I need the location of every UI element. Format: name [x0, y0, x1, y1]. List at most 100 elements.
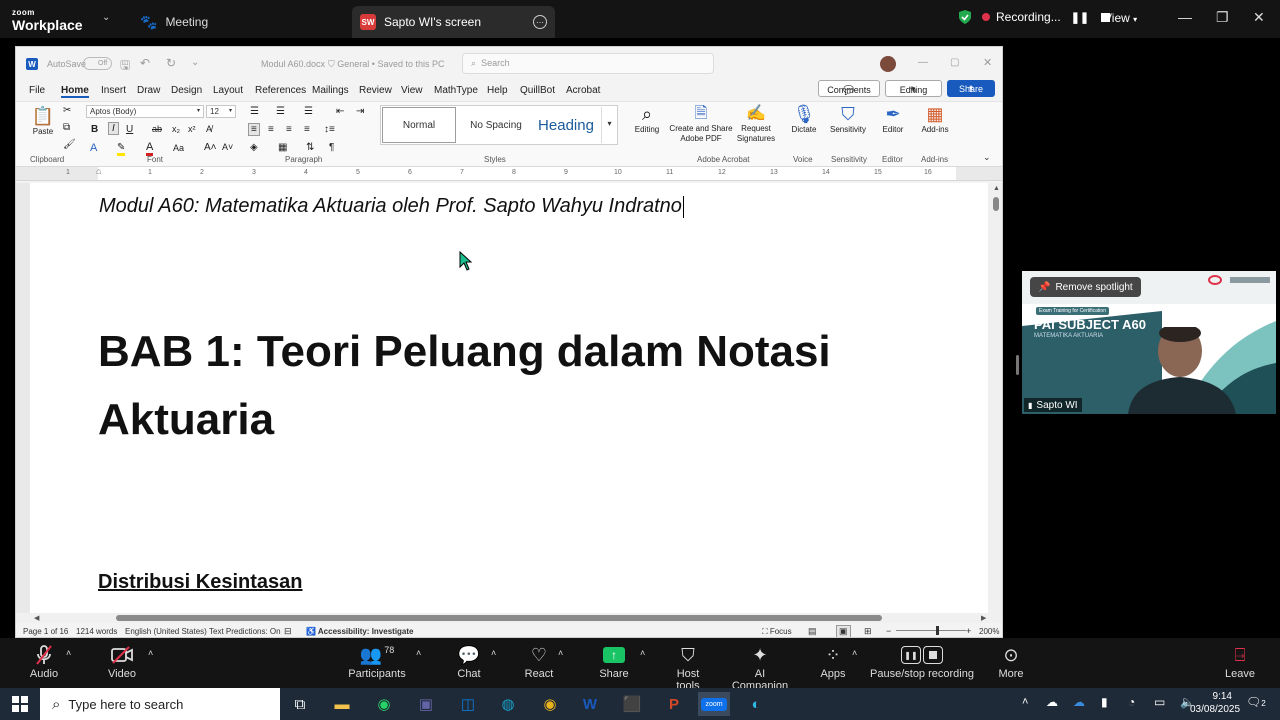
video-button[interactable]: Video [104, 642, 140, 680]
style-heading[interactable]: Heading [533, 107, 599, 143]
audio-button[interactable]: Audio [26, 642, 62, 680]
increase-indent-icon[interactable]: ⇥ [356, 106, 364, 117]
zoom-level[interactable]: 200% [979, 627, 999, 636]
tab-shared-screen[interactable]: SW Sapto WI's screen ··· [352, 6, 555, 38]
zoom-taskbar-icon[interactable]: zoom [698, 692, 730, 716]
shading-icon[interactable]: ◈ [250, 142, 258, 153]
tab-insert[interactable]: Insert [101, 85, 126, 96]
close-icon[interactable]: ✕ [1253, 9, 1265, 26]
strikethrough-button[interactable]: ab [152, 124, 162, 134]
create-share-pdf-button[interactable]: 🗎 Create and Share Adobe PDF [668, 104, 734, 144]
italic-button[interactable]: I [108, 122, 119, 135]
bullets-icon[interactable]: ☰ [250, 106, 259, 117]
outlook-icon[interactable]: ◫ [452, 692, 484, 716]
paste-button[interactable]: 📋 Paste [30, 106, 56, 136]
align-left-icon[interactable]: ≡ [248, 123, 260, 136]
tab-mathtype[interactable]: MathType [434, 85, 478, 96]
acrobat-icon[interactable]: ⬛ [616, 692, 648, 716]
show-formatting-icon[interactable]: ¶ [329, 142, 334, 153]
horizontal-scroll-thumb[interactable] [116, 615, 882, 621]
chat-chevron-icon[interactable]: ˄ [491, 648, 496, 658]
sort-icon[interactable]: ⇅ [306, 142, 314, 153]
align-center-icon[interactable]: ≡ [268, 124, 274, 135]
display-icon[interactable]: ▭ [1154, 695, 1165, 709]
read-mode-icon[interactable]: ▤ [808, 626, 817, 637]
sensitivity-button[interactable]: ⛉ Sensitivity [826, 104, 870, 134]
addins-button[interactable]: ▦ Add-ins [918, 104, 952, 134]
cut-icon[interactable]: ✂ [63, 105, 71, 116]
zoom-in-icon[interactable]: + [966, 626, 971, 636]
participants-chevron-icon[interactable]: ˄ [416, 648, 421, 658]
more-button[interactable]: ⊙ More [994, 642, 1028, 681]
share-button[interactable]: ⇪ Share ▾ [947, 80, 995, 97]
tab-file[interactable]: File [29, 85, 45, 96]
format-painter-icon[interactable]: 🖌 [63, 139, 76, 150]
teams-icon[interactable]: ▣ [410, 692, 442, 716]
text-effects-icon[interactable]: A [90, 142, 97, 154]
react-button[interactable]: ♡ React [522, 642, 556, 681]
editing-mode-button[interactable]: ✎ Editing ▾ [885, 80, 942, 97]
page-count[interactable]: Page 1 of 16 [23, 627, 68, 636]
tab-draw[interactable]: Draw [137, 85, 160, 96]
word-taskbar-icon[interactable]: W [574, 692, 606, 716]
react-chevron-icon[interactable]: ˄ [558, 648, 563, 658]
powerpoint-icon[interactable]: P [658, 692, 690, 716]
tab-help[interactable]: Help [487, 85, 508, 96]
video-options-chevron-icon[interactable]: ˄ [148, 648, 153, 658]
leave-button[interactable]: ⍈ Leave [1222, 642, 1258, 681]
decrease-indent-icon[interactable]: ⇤ [336, 106, 344, 117]
document-subtitle[interactable]: Modul A60: Matematika Aktuaria oleh Prof… [99, 195, 685, 218]
close-icon[interactable]: ✕ [983, 56, 992, 69]
superscript-button[interactable]: x² [188, 124, 196, 134]
tab-acrobat[interactable]: Acrobat [566, 85, 600, 96]
minimize-icon[interactable]: — [918, 57, 928, 68]
usb-icon[interactable]: ▮ [1101, 695, 1108, 709]
wifi-icon[interactable]: ◔ [1128, 695, 1135, 709]
vertical-scrollbar[interactable]: ▲ [988, 183, 1002, 613]
editing-button[interactable]: ⌕ Editing [630, 104, 664, 134]
clear-formatting-icon[interactable]: A̸ [206, 124, 212, 134]
chapter-heading-line-2[interactable]: Aktuaria [98, 395, 274, 445]
zoom-slider[interactable] [896, 626, 966, 635]
tab-view[interactable]: View [401, 85, 423, 96]
highlight-icon[interactable]: ✎ [117, 142, 126, 156]
line-spacing-icon[interactable]: ↕≡ [324, 124, 335, 135]
accessibility-status[interactable]: ♿ Accessibility: Investigate [306, 627, 413, 636]
subscript-button[interactable]: x₂ [172, 124, 180, 134]
comments-button[interactable]: 💬 Comments [818, 80, 880, 97]
style-no-spacing[interactable]: No Spacing [459, 107, 533, 143]
share-screen-button[interactable]: ↑ Share [596, 642, 632, 680]
participants-button[interactable]: 👥 78 Participants [346, 642, 408, 681]
edge-profile-icon[interactable]: ◍ [492, 692, 524, 716]
apps-chevron-icon[interactable]: ˄ [852, 648, 857, 658]
tab-references[interactable]: References [255, 85, 306, 96]
apps-button[interactable]: ⁘ Apps [816, 642, 850, 681]
section-heading[interactable]: Distribusi Kesintasan [98, 571, 303, 594]
chat-button[interactable]: 💬 Chat [452, 642, 486, 681]
justify-icon[interactable]: ≡ [304, 124, 310, 135]
file-explorer-icon[interactable]: ▬ [326, 692, 358, 716]
sync-status-icon[interactable]: ☁ [1046, 695, 1058, 709]
underline-button[interactable]: U [126, 124, 133, 135]
word-count[interactable]: 1214 words [76, 627, 117, 636]
chrome-icon[interactable]: ◉ [534, 692, 566, 716]
font-size-select[interactable]: 12 ▾ [206, 105, 236, 118]
tab-layout[interactable]: Layout [213, 85, 243, 96]
shrink-font-icon[interactable]: A˅ [222, 142, 233, 152]
speaker-video-tile[interactable]: 📌 Remove spotlight Exam Training for Cert… [1022, 271, 1276, 414]
font-name-select[interactable]: Aptos (Body) ▾ [86, 105, 204, 118]
task-view-icon[interactable]: ⧉ [284, 692, 316, 716]
document-page[interactable]: Modul A60: Matematika Aktuaria oleh Prof… [30, 183, 986, 613]
editor-button[interactable]: ✒ Editor [878, 104, 908, 134]
windows-start-icon[interactable] [4, 692, 36, 716]
tab-home[interactable]: Home [61, 85, 89, 98]
customize-qat-icon[interactable]: ⌄ [191, 57, 199, 68]
onedrive-icon[interactable]: ☁ [1073, 695, 1085, 709]
chevron-down-icon[interactable]: ⌄ [102, 12, 110, 23]
view-button[interactable]: View ▾ [1104, 11, 1137, 25]
zoom-out-icon[interactable]: − [886, 626, 891, 636]
whatsapp-icon[interactable]: ◉ [368, 692, 400, 716]
copy-icon[interactable]: ⧉ [63, 122, 70, 133]
remove-spotlight-button[interactable]: 📌 Remove spotlight [1030, 277, 1141, 297]
panel-resize-handle[interactable] [1016, 355, 1019, 375]
